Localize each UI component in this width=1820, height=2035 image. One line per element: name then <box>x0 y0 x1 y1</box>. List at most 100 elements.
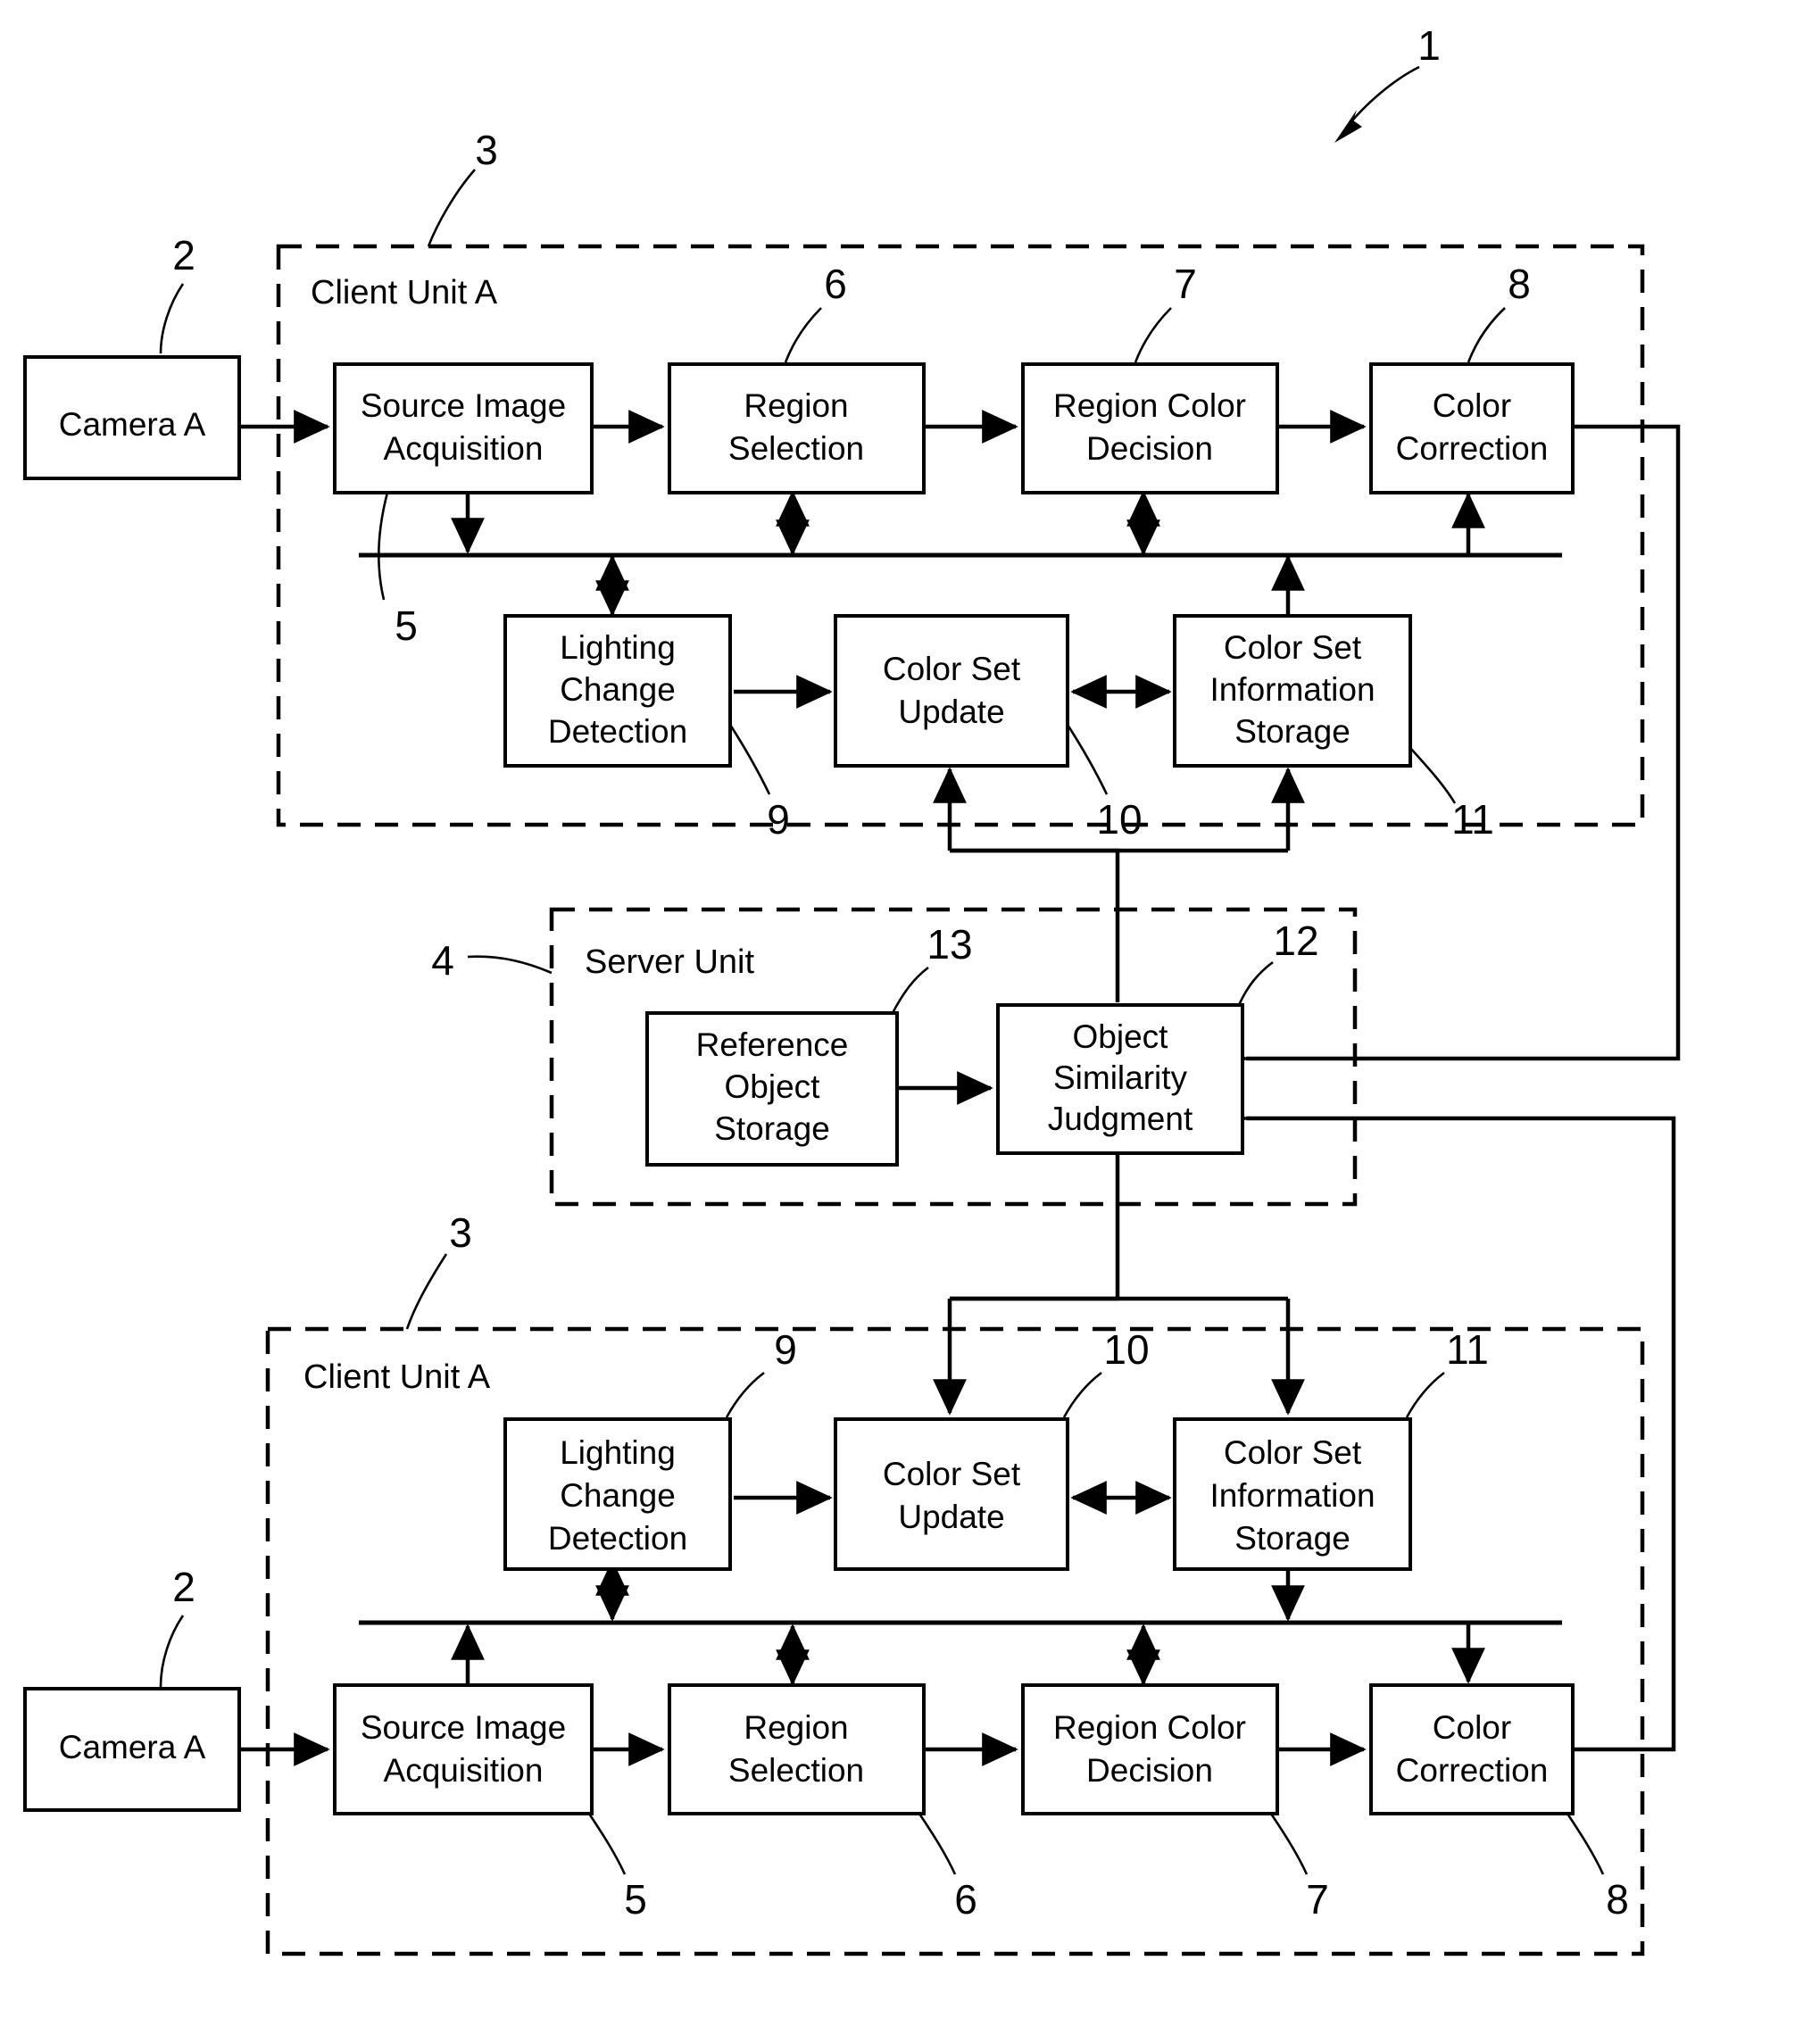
block-label-line1: Reference <box>696 1026 849 1063</box>
block-camera-a-top[interactable]: Camera A <box>23 355 241 480</box>
block-label-line1: Region Color <box>1053 387 1246 424</box>
ref-numeral-region-selection-top: 6 <box>824 261 847 307</box>
ref-callout-color-set-update-bottom: 10 <box>1062 1326 1150 1418</box>
ref-numeral-system: 1 <box>1417 22 1441 69</box>
block-label-line1: Object <box>1073 1018 1169 1055</box>
block-label-line2: Information <box>1209 1477 1375 1514</box>
ref-callout-color-correction-bottom: 8 <box>1566 1813 1629 1923</box>
block-color-set-update-bottom[interactable]: Color Set Update <box>834 1417 1069 1571</box>
block-label-line1: Source Image <box>361 1709 566 1746</box>
ref-callout-client-top: 3 <box>427 127 498 247</box>
ref-callout-region-color-top: 7 <box>1134 261 1197 363</box>
wire-server-trunk-down <box>950 1149 1120 1301</box>
ref-numeral-camera-bottom: 2 <box>172 1564 195 1610</box>
block-label-line2: Selection <box>728 430 864 467</box>
block-label-line1: Color Set <box>1224 1434 1362 1471</box>
unit-title-server: Server Unit <box>585 943 754 981</box>
block-region-color-decision-bottom[interactable]: Region Color Decision <box>1021 1683 1279 1815</box>
wire-server-trunk-up <box>950 848 1120 1002</box>
ref-numeral-color-set-update-top: 10 <box>1096 796 1142 843</box>
ref-callout-color-correction-top: 8 <box>1467 261 1531 363</box>
block-lighting-change-detection-top[interactable]: Lighting Change Detection <box>503 614 732 768</box>
block-diagram: Camera A Source Image Acquisition Region… <box>23 22 1681 1956</box>
block-label-line1: Color Set <box>1224 629 1362 666</box>
ref-numeral-color-correction-top: 8 <box>1508 261 1531 307</box>
figure-canvas: Camera A Source Image Acquisition Region… <box>0 0 1820 2035</box>
ref-callout-region-selection-top: 6 <box>784 261 847 363</box>
ref-numeral-lighting-top: 9 <box>767 796 790 843</box>
ref-callout-region-selection-bottom: 6 <box>918 1813 977 1923</box>
block-label-line2: Information <box>1209 671 1375 708</box>
unit-title-client-top: Client Unit A <box>311 274 498 311</box>
block-label-line1: Color Set <box>883 651 1021 687</box>
ref-callout-camera-bottom: 2 <box>159 1564 195 1688</box>
block-label: Camera A <box>59 1729 206 1765</box>
ref-callout-camera-top: 2 <box>159 232 195 354</box>
ref-callout-client-bottom: 3 <box>405 1209 472 1330</box>
ref-numeral-reference-object-storage: 13 <box>927 921 972 968</box>
block-label-line2: Decision <box>1086 430 1213 467</box>
block-label-line3: Storage <box>714 1110 830 1147</box>
ref-callout-color-set-storage-top: 11 <box>1409 747 1494 843</box>
block-label-line2: Change <box>560 1477 676 1514</box>
block-region-color-decision-top[interactable]: Region Color Decision <box>1021 362 1279 494</box>
block-label-line2: Selection <box>728 1752 864 1789</box>
system-reference-callout <box>1334 65 1420 143</box>
block-label-line2: Decision <box>1086 1752 1213 1789</box>
ref-numeral-region-color-bottom: 7 <box>1306 1876 1329 1923</box>
block-label-line3: Detection <box>548 1520 687 1557</box>
block-label-line2: Acquisition <box>384 430 544 467</box>
block-label-line1: Region <box>744 1709 848 1746</box>
ref-numeral-object-similarity: 12 <box>1273 918 1318 964</box>
ref-callout-source-top: 5 <box>377 492 418 649</box>
block-color-correction-bottom[interactable]: Color Correction <box>1369 1683 1575 1815</box>
block-object-similarity-judgment[interactable]: Object Similarity Judgment <box>996 1003 1244 1155</box>
block-label-line2: Update <box>898 694 1004 730</box>
block-label-line2: Similarity <box>1053 1059 1188 1096</box>
block-label-line2: Object <box>725 1068 821 1105</box>
ref-callout-lighting-bottom: 9 <box>725 1326 797 1418</box>
ref-callout-server: 4 <box>431 937 553 984</box>
ref-numeral-region-color-top: 7 <box>1174 261 1197 307</box>
block-label-line1: Color <box>1433 387 1511 424</box>
block-label-line2: Change <box>560 671 676 708</box>
unit-title-client-bottom: Client Unit A <box>303 1358 491 1396</box>
ref-callout-object-similarity: 12 <box>1237 918 1319 1006</box>
block-label-line3: Judgment <box>1048 1101 1193 1137</box>
ref-callout-source-bottom: 5 <box>587 1813 647 1923</box>
block-label-line3: Storage <box>1234 1520 1350 1557</box>
block-color-correction-top[interactable]: Color Correction <box>1369 362 1575 494</box>
block-label-line2: Acquisition <box>384 1752 544 1789</box>
ref-numeral-region-selection-bottom: 6 <box>954 1876 977 1923</box>
ref-numeral-lighting-bottom: 9 <box>774 1326 797 1373</box>
ref-callout-color-set-update-top: 10 <box>1066 724 1143 843</box>
block-camera-a-bottom[interactable]: Camera A <box>23 1687 241 1812</box>
ref-numeral-color-correction-bottom: 8 <box>1606 1876 1629 1923</box>
ref-numeral-server: 4 <box>431 937 454 984</box>
block-reference-object-storage[interactable]: Reference Object Storage <box>645 1011 899 1167</box>
block-source-image-acquisition-bottom[interactable]: Source Image Acquisition <box>333 1683 594 1815</box>
block-label: Camera A <box>59 406 206 443</box>
block-lighting-change-detection-bottom[interactable]: Lighting Change Detection <box>503 1417 732 1571</box>
block-label-line3: Detection <box>548 713 687 750</box>
ref-callout-reference-object-storage: 13 <box>891 921 973 1014</box>
block-source-image-acquisition-top[interactable]: Source Image Acquisition <box>333 362 594 494</box>
block-label-line1: Region Color <box>1053 1709 1246 1746</box>
block-label-line3: Storage <box>1234 713 1350 750</box>
ref-numeral-client-bottom: 3 <box>449 1209 472 1256</box>
block-color-set-information-storage-bottom[interactable]: Color Set Information Storage <box>1173 1417 1412 1571</box>
ref-numeral-client-top: 3 <box>475 127 498 173</box>
block-region-selection-top[interactable]: Region Selection <box>668 362 926 494</box>
block-color-set-update-top[interactable]: Color Set Update <box>834 614 1069 768</box>
block-region-selection-bottom[interactable]: Region Selection <box>668 1683 926 1815</box>
ref-numeral-source-top: 5 <box>395 602 418 649</box>
block-label-line1: Source Image <box>361 387 566 424</box>
block-label-line1: Color <box>1433 1709 1511 1746</box>
block-label-line2: Correction <box>1396 430 1549 467</box>
block-label-line2: Correction <box>1396 1752 1549 1789</box>
ref-numeral-source-bottom: 5 <box>624 1876 647 1923</box>
ref-numeral-camera-top: 2 <box>172 232 195 278</box>
block-label-line1: Lighting <box>560 629 676 666</box>
block-color-set-information-storage-top[interactable]: Color Set Information Storage <box>1173 614 1412 768</box>
ref-numeral-color-set-update-bottom: 10 <box>1103 1326 1149 1373</box>
